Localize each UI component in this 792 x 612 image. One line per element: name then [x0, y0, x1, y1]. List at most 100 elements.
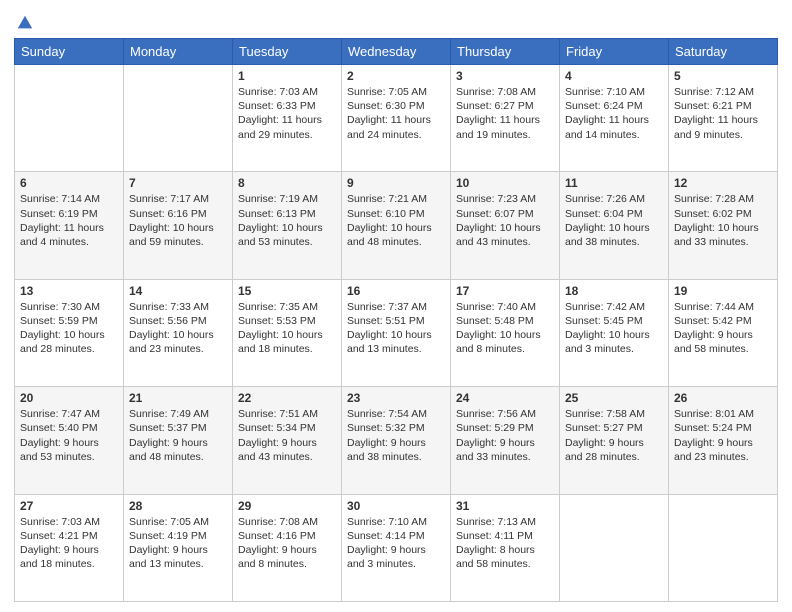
- day-info: Sunset: 6:19 PM: [20, 207, 118, 221]
- day-cell-4: 4Sunrise: 7:10 AMSunset: 6:24 PMDaylight…: [560, 65, 669, 172]
- day-info: Sunset: 6:07 PM: [456, 207, 554, 221]
- day-cell-16: 16Sunrise: 7:37 AMSunset: 5:51 PMDayligh…: [342, 279, 451, 386]
- week-row-2: 6Sunrise: 7:14 AMSunset: 6:19 PMDaylight…: [15, 172, 778, 279]
- day-number: 14: [129, 284, 227, 298]
- day-info: Sunrise: 7:12 AM: [674, 85, 772, 99]
- day-number: 10: [456, 176, 554, 190]
- day-info: Daylight: 9 hours and 48 minutes.: [129, 436, 227, 464]
- day-info: Daylight: 10 hours and 8 minutes.: [456, 328, 554, 356]
- day-cell-31: 31Sunrise: 7:13 AMSunset: 4:11 PMDayligh…: [451, 494, 560, 601]
- day-number: 2: [347, 69, 445, 83]
- day-info: Sunset: 5:32 PM: [347, 421, 445, 435]
- day-number: 23: [347, 391, 445, 405]
- day-cell-6: 6Sunrise: 7:14 AMSunset: 6:19 PMDaylight…: [15, 172, 124, 279]
- day-cell-28: 28Sunrise: 7:05 AMSunset: 4:19 PMDayligh…: [124, 494, 233, 601]
- header: [14, 10, 778, 32]
- weekday-header-sunday: Sunday: [15, 39, 124, 65]
- logo-icon: [16, 14, 34, 32]
- week-row-1: 1 Sunrise: 7:03 AMSunset: 6:33 PM Daylight…: [15, 65, 778, 172]
- day-number: 3: [456, 69, 554, 83]
- day-number: 9: [347, 176, 445, 190]
- empty-cell: [15, 65, 124, 172]
- day-info: Sunrise: 7:05 AM: [129, 515, 227, 529]
- day-info: Daylight: 9 hours and 8 minutes.: [238, 543, 336, 571]
- logo-text: [14, 14, 34, 32]
- day-info: Sunrise: 7:56 AM: [456, 407, 554, 421]
- day-info: Sunrise: 7:58 AM: [565, 407, 663, 421]
- day-cell-24: 24Sunrise: 7:56 AMSunset: 5:29 PMDayligh…: [451, 387, 560, 494]
- day-info: Sunset: 5:27 PM: [565, 421, 663, 435]
- day-info: Sunset: 6:04 PM: [565, 207, 663, 221]
- day-info: Daylight: 10 hours and 59 minutes.: [129, 221, 227, 249]
- day-info: Daylight: 10 hours and 38 minutes.: [565, 221, 663, 249]
- day-info: Sunrise: 7:14 AM: [20, 192, 118, 206]
- day-number: 12: [674, 176, 772, 190]
- day-info: Sunset: 5:48 PM: [456, 314, 554, 328]
- day-number: 28: [129, 499, 227, 513]
- day-number: 29: [238, 499, 336, 513]
- day-cell-13: 13Sunrise: 7:30 AMSunset: 5:59 PMDayligh…: [15, 279, 124, 386]
- day-cell-19: 19 Sunrise: 7:44 AMSunset: 5:42 PMDayligh…: [669, 279, 778, 386]
- weekday-header-friday: Friday: [560, 39, 669, 65]
- day-info: Daylight: 9 hours and 58 minutes.: [674, 328, 772, 356]
- day-info: Sunrise: 7:03 AM: [238, 85, 336, 99]
- day-info: Sunrise: 7:44 AM: [674, 300, 772, 314]
- day-number: 5: [674, 69, 772, 83]
- empty-cell: [560, 494, 669, 601]
- day-info: Daylight: 10 hours and 13 minutes.: [347, 328, 445, 356]
- day-cell-30: 30Sunrise: 7:10 AMSunset: 4:14 PMDayligh…: [342, 494, 451, 601]
- day-info: Sunset: 4:16 PM: [238, 529, 336, 543]
- day-info: Daylight: 9 hours and 18 minutes.: [20, 543, 118, 571]
- day-info: Sunset: 5:24 PM: [674, 421, 772, 435]
- day-info: Sunrise: 7:10 AM: [347, 515, 445, 529]
- day-info: Daylight: 10 hours and 33 minutes.: [674, 221, 772, 249]
- day-info: Sunrise: 7:40 AM: [456, 300, 554, 314]
- week-row-4: 20Sunrise: 7:47 AMSunset: 5:40 PMDayligh…: [15, 387, 778, 494]
- day-number: 1: [238, 69, 336, 83]
- weekday-header-saturday: Saturday: [669, 39, 778, 65]
- day-number: 19: [674, 284, 772, 298]
- day-info: Sunrise: 7:47 AM: [20, 407, 118, 421]
- day-info: Sunrise: 7:49 AM: [129, 407, 227, 421]
- weekday-header-thursday: Thursday: [451, 39, 560, 65]
- day-info: Sunrise: 7:37 AM: [347, 300, 445, 314]
- day-number: 22: [238, 391, 336, 405]
- day-info: Sunset: 5:56 PM: [129, 314, 227, 328]
- day-info: Sunrise: 7:19 AM: [238, 192, 336, 206]
- day-cell-29: 29Sunrise: 7:08 AMSunset: 4:16 PMDayligh…: [233, 494, 342, 601]
- day-info: Daylight: 11 hours and 24 minutes.: [347, 113, 445, 141]
- day-info: Daylight: 9 hours and 53 minutes.: [20, 436, 118, 464]
- weekday-header-tuesday: Tuesday: [233, 39, 342, 65]
- day-info: Sunset: 6:24 PM: [565, 99, 663, 113]
- day-number: 17: [456, 284, 554, 298]
- week-row-5: 27Sunrise: 7:03 AMSunset: 4:21 PMDayligh…: [15, 494, 778, 601]
- day-info: Sunrise: 7:51 AM: [238, 407, 336, 421]
- day-number: 25: [565, 391, 663, 405]
- logo: [14, 14, 34, 32]
- day-cell-10: 10Sunrise: 7:23 AMSunset: 6:07 PMDayligh…: [451, 172, 560, 279]
- day-info: Daylight: 10 hours and 53 minutes.: [238, 221, 336, 249]
- day-info: Sunrise: 7:17 AM: [129, 192, 227, 206]
- day-info: Daylight: 9 hours and 23 minutes.: [674, 436, 772, 464]
- day-cell-17: 17 Sunrise: 7:40 AMSunset: 5:48 PMDayligh…: [451, 279, 560, 386]
- day-info: Sunrise: 7:23 AM: [456, 192, 554, 206]
- day-info: Sunrise: 7:08 AM: [456, 85, 554, 99]
- day-info: Sunset: 5:37 PM: [129, 421, 227, 435]
- day-cell-8: 8Sunrise: 7:19 AMSunset: 6:13 PMDaylight…: [233, 172, 342, 279]
- day-info: Sunset: 6:33 PM: [238, 99, 336, 113]
- day-info: Daylight: 11 hours and 4 minutes.: [20, 221, 118, 249]
- day-cell-25: 25 Sunrise: 7:58 AMSunset: 5:27 PMDayligh…: [560, 387, 669, 494]
- day-info: Daylight: 11 hours and 9 minutes.: [674, 113, 772, 141]
- day-info: Sunrise: 7:26 AM: [565, 192, 663, 206]
- day-info: Sunset: 5:42 PM: [674, 314, 772, 328]
- day-info: Sunrise: 7:30 AM: [20, 300, 118, 314]
- day-info: Daylight: 9 hours and 28 minutes.: [565, 436, 663, 464]
- day-info: Daylight: 10 hours and 48 minutes.: [347, 221, 445, 249]
- weekday-header-monday: Monday: [124, 39, 233, 65]
- day-number: 24: [456, 391, 554, 405]
- day-number: 15: [238, 284, 336, 298]
- day-info: Sunset: 4:11 PM: [456, 529, 554, 543]
- day-info: Sunset: 6:02 PM: [674, 207, 772, 221]
- day-number: 8: [238, 176, 336, 190]
- day-number: 21: [129, 391, 227, 405]
